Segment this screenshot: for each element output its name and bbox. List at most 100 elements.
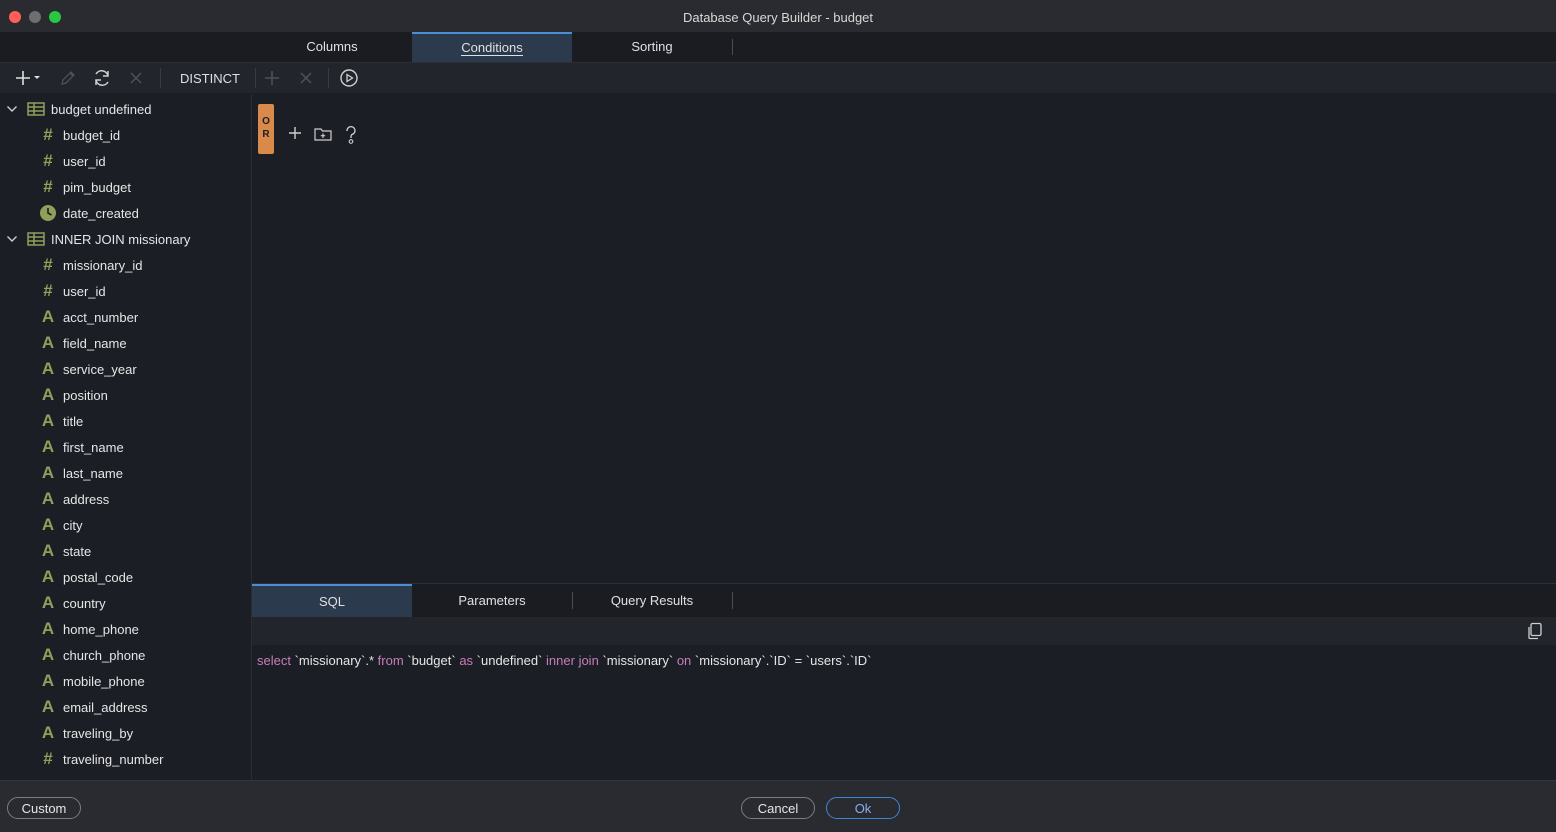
or-letter: R — [262, 129, 270, 140]
plus-icon — [289, 127, 301, 139]
remove-table-button[interactable] — [124, 63, 148, 93]
or-group-badge[interactable]: O R — [258, 104, 274, 154]
text-type-icon: A — [41, 437, 55, 456]
plus-icon — [265, 71, 279, 85]
sql-toolbar — [252, 617, 1556, 645]
distinct-toggle[interactable]: DISTINCT — [172, 63, 248, 93]
text-type-icon: A — [41, 723, 55, 742]
text-type-icon: A — [41, 489, 55, 508]
tree-field-item[interactable]: # missionary_id — [0, 252, 251, 278]
add-condition-button[interactable] — [261, 63, 283, 93]
tree-field-item[interactable]: date_created — [0, 200, 251, 226]
text-type-icon: A — [41, 697, 55, 716]
add-table-button[interactable] — [10, 63, 46, 93]
cancel-button[interactable]: Cancel — [741, 797, 815, 819]
tree-field-item[interactable]: Aposition — [0, 382, 251, 408]
tree-field-item[interactable]: Afirst_name — [0, 434, 251, 460]
tree-field-item[interactable]: Aemail_address — [0, 694, 251, 720]
text-type-icon: A — [41, 541, 55, 560]
toolbar-divider — [255, 68, 256, 88]
tab-columns[interactable]: Columns — [252, 32, 412, 62]
title-bar: Database Query Builder - budget — [0, 0, 1556, 32]
sql-keyword: from — [377, 653, 404, 668]
help-button[interactable] — [344, 126, 358, 144]
sql-editor[interactable]: select `missionary`.* from `budget` as `… — [252, 645, 1556, 780]
chevron-down-icon[interactable] — [6, 103, 18, 115]
text-type-icon: A — [41, 333, 55, 352]
text-type-icon: A — [41, 619, 55, 638]
or-letter: O — [262, 116, 270, 127]
tree-table-node[interactable]: budget undefined — [0, 96, 251, 122]
tree-field-item[interactable]: Aservice_year — [0, 356, 251, 382]
tree-field-item[interactable]: Astate — [0, 538, 251, 564]
number-type-icon: # — [43, 177, 53, 196]
tree-field-item[interactable]: # user_id — [0, 278, 251, 304]
table-label: INNER JOIN missionary — [51, 232, 191, 247]
edit-button[interactable] — [56, 63, 80, 93]
copy-icon — [1528, 622, 1542, 640]
tab-conditions[interactable]: Conditions — [412, 32, 572, 62]
table-icon — [27, 232, 45, 246]
tab-sql[interactable]: SQL — [252, 584, 412, 617]
refresh-button[interactable] — [90, 63, 114, 93]
close-icon — [300, 72, 312, 84]
sql-identifier: `missionary` — [598, 653, 677, 668]
tree-field-item[interactable]: # budget_id — [0, 122, 251, 148]
tree-field-item[interactable]: Aacct_number — [0, 304, 251, 330]
tree-field-item[interactable]: Acountry — [0, 590, 251, 616]
number-type-icon: # — [43, 255, 53, 274]
tree-field-item[interactable]: Alast_name — [0, 460, 251, 486]
tree-field-item[interactable]: Aaddress — [0, 486, 251, 512]
field-label: user_id — [63, 154, 106, 169]
tab-parameters[interactable]: Parameters — [412, 584, 572, 617]
tab-divider — [732, 39, 733, 55]
tree-field-item[interactable]: # user_id — [0, 148, 251, 174]
remove-condition-button[interactable] — [295, 63, 317, 93]
run-query-button[interactable] — [338, 63, 360, 93]
field-label: missionary_id — [63, 258, 143, 273]
number-type-icon: # — [43, 151, 53, 170]
field-label: mobile_phone — [63, 674, 145, 689]
sql-identifier: `missionary`.`ID` = `users`.`ID` — [691, 653, 872, 668]
add-condition-inline-button[interactable] — [288, 126, 302, 140]
tree-field-item[interactable]: Atraveling_by — [0, 720, 251, 746]
copy-sql-button[interactable] — [1526, 622, 1544, 645]
text-type-icon: A — [41, 385, 55, 404]
sql-text: select `missionary`.* from `budget` as `… — [257, 653, 872, 668]
tree-field-item[interactable]: Afield_name — [0, 330, 251, 356]
ok-button[interactable]: Ok — [826, 797, 900, 819]
tree-field-item[interactable]: Acity — [0, 512, 251, 538]
dialog-footer: Custom Cancel Ok — [0, 780, 1556, 832]
add-group-button[interactable] — [314, 126, 332, 142]
refresh-icon — [95, 70, 109, 86]
text-type-icon: A — [41, 411, 55, 430]
field-label: user_id — [63, 284, 106, 299]
text-type-icon: A — [41, 645, 55, 664]
field-label: field_name — [63, 336, 127, 351]
tree-field-item[interactable]: Achurch_phone — [0, 642, 251, 668]
tab-query-results[interactable]: Query Results — [572, 584, 732, 617]
table-label: budget undefined — [51, 102, 152, 117]
tree-field-item[interactable]: Amobile_phone — [0, 668, 251, 694]
tree-field-item[interactable]: Atitle — [0, 408, 251, 434]
field-label: position — [63, 388, 108, 403]
sql-keyword: as — [459, 653, 474, 668]
field-label: home_phone — [63, 622, 139, 637]
field-label: service_year — [63, 362, 137, 377]
field-label: pim_budget — [63, 180, 131, 195]
custom-button[interactable]: Custom — [7, 797, 81, 819]
field-label: city — [63, 518, 83, 533]
bottom-tab-bar: SQL Parameters Query Results — [252, 583, 1556, 618]
folder-plus-icon — [314, 128, 332, 141]
text-type-icon: A — [41, 463, 55, 482]
tree-field-item[interactable]: # pim_budget — [0, 174, 251, 200]
field-label: first_name — [63, 440, 124, 455]
tab-sorting[interactable]: Sorting — [572, 32, 732, 62]
tree-table-node[interactable]: INNER JOIN missionary — [0, 226, 251, 252]
close-icon — [130, 72, 142, 84]
tree-field-item[interactable]: # traveling_number — [0, 746, 251, 772]
tree-field-item[interactable]: Apostal_code — [0, 564, 251, 590]
sql-keyword: on — [676, 653, 692, 668]
tree-field-item[interactable]: Ahome_phone — [0, 616, 251, 642]
chevron-down-icon[interactable] — [6, 233, 18, 245]
